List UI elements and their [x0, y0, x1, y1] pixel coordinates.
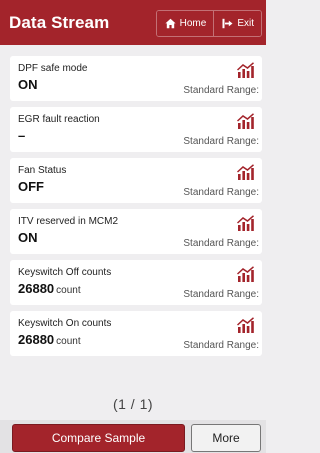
graph-icon[interactable] [237, 215, 255, 231]
item-name: EGR fault reaction [18, 114, 100, 125]
item-value: 26880 count [18, 332, 81, 347]
standard-range-label: Standard Range: [183, 85, 259, 96]
home-icon [165, 18, 176, 29]
item-name: Keyswitch On counts [18, 318, 112, 329]
list-item[interactable]: Keyswitch On counts 26880 count Standard … [10, 311, 262, 356]
list-item[interactable]: Fan Status OFF Standard Range: [10, 158, 262, 203]
item-name: ITV reserved in MCM2 [18, 216, 119, 227]
home-label: Home [179, 18, 207, 29]
standard-range-label: Standard Range: [183, 136, 259, 147]
bottom-bar: Compare Sample More [0, 420, 266, 453]
list-item[interactable]: Keyswitch Off counts 26880 count Standard… [10, 260, 262, 305]
more-button[interactable]: More [191, 424, 261, 452]
item-value: 26880 count [18, 281, 81, 296]
header-buttons: Home Exit [155, 10, 262, 37]
item-value: ON [18, 230, 38, 245]
data-stream-screen: Data Stream Home Exit DPF safe mode ON S… [0, 0, 266, 453]
standard-range-label: Standard Range: [183, 238, 259, 249]
item-value: – [18, 128, 26, 143]
item-name: DPF safe mode [18, 63, 88, 74]
graph-icon[interactable] [237, 164, 255, 180]
standard-range-label: Standard Range: [183, 187, 259, 198]
page-title: Data Stream [9, 12, 110, 32]
graph-icon[interactable] [237, 113, 255, 129]
page-indicator: (1 / 1) [112, 396, 154, 412]
graph-icon[interactable] [237, 317, 255, 333]
top-bar: Data Stream Home Exit [0, 0, 266, 45]
item-name: Fan Status [18, 165, 67, 176]
graph-icon[interactable] [237, 62, 255, 78]
standard-range-label: Standard Range: [183, 289, 259, 300]
graph-icon[interactable] [237, 266, 255, 282]
list-item[interactable]: EGR fault reaction – Standard Range: [10, 107, 262, 152]
list-item[interactable]: ITV reserved in MCM2 ON Standard Range: [10, 209, 262, 254]
data-stream-list: DPF safe mode ON Standard Range: EGR fau… [10, 56, 262, 362]
standard-range-label: Standard Range: [183, 340, 259, 351]
item-value: ON [18, 77, 38, 92]
item-name: Keyswitch Off counts [18, 267, 112, 278]
compare-sample-button[interactable]: Compare Sample [12, 424, 185, 452]
home-button[interactable]: Home [156, 11, 214, 36]
exit-label: Exit [237, 18, 254, 29]
exit-icon [222, 18, 233, 29]
exit-button[interactable]: Exit [213, 11, 261, 36]
item-value: OFF [18, 179, 44, 194]
list-item[interactable]: DPF safe mode ON Standard Range: [10, 56, 262, 101]
